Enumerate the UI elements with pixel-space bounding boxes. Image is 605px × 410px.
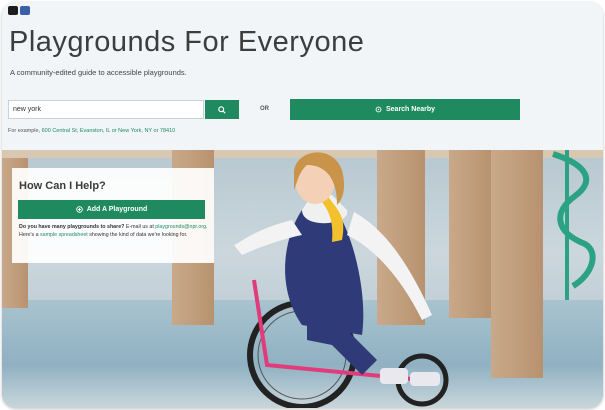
- help-text-bold: Do you have many playgrounds to share?: [19, 224, 125, 230]
- search-nearby-label: Search Nearby: [385, 106, 436, 113]
- plus-circle-icon: [75, 206, 83, 213]
- add-playground-label: Add A Playground: [86, 206, 148, 213]
- search-nearby-button[interactable]: Search Nearby: [290, 99, 520, 120]
- or-label: OR: [260, 106, 269, 112]
- example-prefix: For example,: [8, 128, 42, 134]
- search-input[interactable]: [8, 100, 204, 119]
- page-title: Playgrounds For Everyone: [9, 26, 365, 58]
- example-link[interactable]: 600 Central St, Evanston, IL or New York…: [42, 128, 176, 134]
- header-section: Playgrounds For Everyone A community-edi…: [2, 2, 603, 150]
- twitter-icon[interactable]: [8, 6, 18, 15]
- location-icon: [375, 106, 382, 113]
- sample-spreadsheet-link[interactable]: sample spreadsheet: [40, 232, 88, 238]
- help-card: How Can I Help? Add A Playground Do you …: [12, 168, 214, 263]
- facebook-icon[interactable]: [20, 6, 30, 15]
- help-text-end: showing the kind of data we're looking f…: [87, 231, 188, 238]
- app-frame: Playgrounds For Everyone A community-edi…: [2, 2, 603, 408]
- help-heading: How Can I Help?: [19, 180, 106, 192]
- search-button[interactable]: [205, 100, 239, 119]
- search-example: For example, 600 Central St, Evanston, I…: [8, 128, 175, 134]
- page-subtitle: A community-edited guide to accessible p…: [10, 68, 187, 77]
- help-text-mid: E-mail us at: [124, 224, 156, 230]
- email-link[interactable]: playgrounds@npr.org: [155, 224, 206, 230]
- help-text: Do you have many playgrounds to share? E…: [19, 224, 209, 239]
- search-icon: [218, 105, 226, 114]
- add-playground-button[interactable]: Add A Playground: [18, 200, 205, 219]
- social-links: [8, 6, 30, 15]
